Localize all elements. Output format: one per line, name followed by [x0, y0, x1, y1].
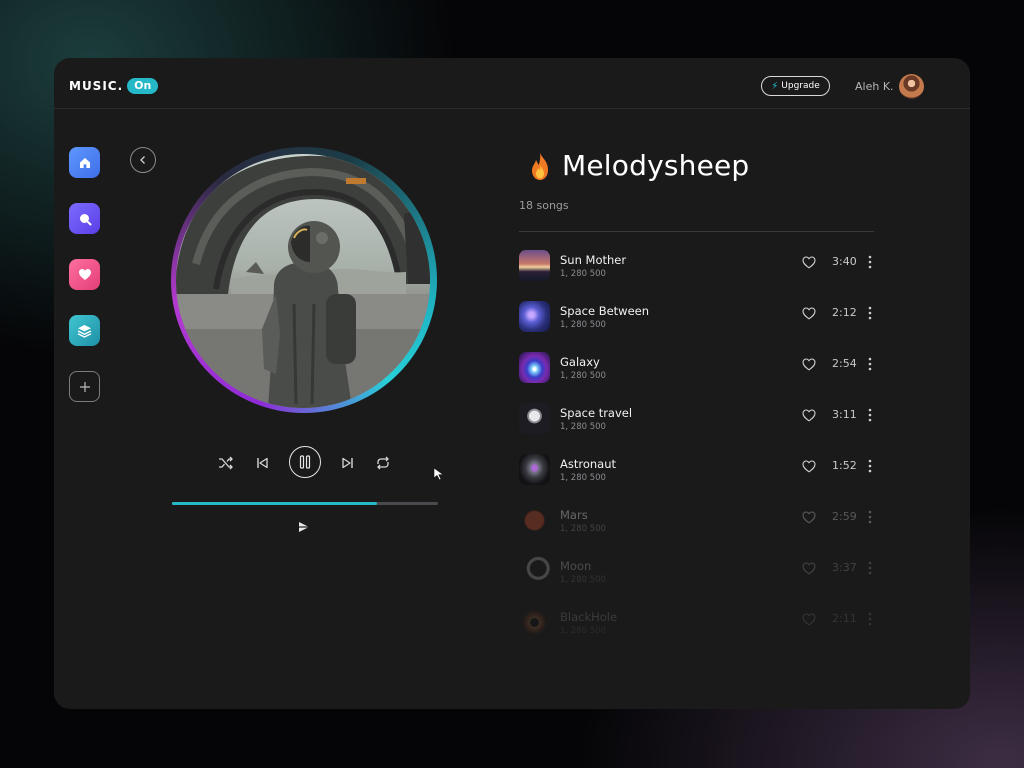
sidebar-item-home[interactable]	[69, 147, 100, 178]
song-count: 18 songs	[519, 199, 569, 212]
more-vertical-icon[interactable]	[866, 560, 874, 576]
repeat-button[interactable]	[374, 454, 392, 472]
list-item[interactable]: Space travel 1, 280 500 3:11	[519, 403, 879, 439]
back-button[interactable]	[130, 147, 156, 173]
playlist-title: Melodysheep	[562, 149, 750, 182]
song-plays: 1, 280 500	[560, 422, 606, 432]
album-cover	[176, 154, 430, 408]
more-vertical-icon[interactable]	[866, 509, 874, 525]
heart-icon[interactable]	[802, 409, 816, 422]
song-title: Astronaut	[560, 457, 617, 471]
app-window: MUSIC. On ⚡ Upgrade Aleh K. Melodysheep …	[54, 58, 970, 709]
song-title: Moon	[560, 559, 592, 573]
chevron-left-icon	[140, 156, 145, 164]
repeat-icon	[377, 456, 389, 470]
song-thumbnail	[519, 301, 550, 332]
song-plays: 1, 280 500	[560, 473, 606, 483]
song-plays: 1, 280 500	[560, 626, 606, 636]
fire-icon	[528, 152, 552, 182]
song-thumbnail	[519, 505, 550, 536]
song-thumbnail	[519, 352, 550, 383]
song-duration: 3:11	[832, 408, 857, 421]
song-thumbnail	[519, 454, 550, 485]
layers-icon	[77, 324, 92, 338]
song-thumbnail	[519, 403, 550, 434]
sidebar-item-library[interactable]	[69, 315, 100, 346]
list-item[interactable]: Galaxy 1, 280 500 2:54	[519, 352, 879, 388]
logo[interactable]: MUSIC. On	[69, 78, 159, 94]
song-thumbnail	[519, 607, 550, 638]
song-duration: 1:52	[832, 459, 857, 472]
astronaut-artwork	[176, 155, 430, 408]
pause-button[interactable]	[289, 446, 321, 478]
logo-text: MUSIC.	[69, 79, 124, 93]
cursor-icon	[432, 466, 446, 481]
list-item[interactable]: Sun Mother 1, 280 500 3:40	[519, 250, 879, 286]
heart-icon[interactable]	[802, 460, 816, 473]
sidebar-item-favorites[interactable]	[69, 259, 100, 290]
song-title: Space Between	[560, 304, 650, 318]
more-vertical-icon[interactable]	[866, 254, 874, 270]
song-title: Space travel	[560, 406, 633, 420]
song-duration: 2:11	[832, 612, 857, 625]
user-name[interactable]: Aleh K.	[855, 80, 894, 93]
list-item[interactable]: BlackHole 1, 280 500 2:11	[519, 607, 879, 643]
progress-bar[interactable]	[172, 502, 438, 505]
shuffle-icon	[219, 456, 233, 470]
heart-icon[interactable]	[802, 307, 816, 320]
divider	[519, 231, 874, 232]
song-title: BlackHole	[560, 610, 618, 624]
sidebar-item-add[interactable]	[69, 371, 100, 402]
song-thumbnail	[519, 250, 550, 281]
heart-icon[interactable]	[802, 358, 816, 371]
list-item[interactable]: Moon 1, 280 500 3:37	[519, 556, 879, 592]
more-vertical-icon[interactable]	[866, 458, 874, 474]
song-plays: 1, 280 500	[560, 320, 606, 330]
song-duration: 3:40	[832, 255, 857, 268]
top-bar: MUSIC. On ⚡ Upgrade Aleh K.	[54, 58, 970, 109]
heart-icon[interactable]	[802, 613, 816, 626]
upgrade-label: Upgrade	[781, 81, 820, 91]
skip-previous-icon	[257, 457, 268, 469]
home-icon	[79, 157, 90, 168]
song-plays: 1, 280 500	[560, 371, 606, 381]
previous-button[interactable]	[253, 454, 271, 472]
heart-icon[interactable]	[802, 562, 816, 575]
more-vertical-icon[interactable]	[866, 356, 874, 372]
song-duration: 2:12	[832, 306, 857, 319]
search-icon	[79, 213, 91, 225]
shuffle-button[interactable]	[217, 454, 235, 472]
song-duration: 2:54	[832, 357, 857, 370]
avatar[interactable]	[899, 74, 924, 99]
next-button[interactable]	[339, 454, 357, 472]
more-vertical-icon[interactable]	[866, 407, 874, 423]
song-title: Mars	[560, 508, 588, 522]
list-item[interactable]: Astronaut 1, 280 500 1:52	[519, 454, 879, 490]
song-title: Galaxy	[560, 355, 600, 369]
song-duration: 3:37	[832, 561, 857, 574]
logo-badge: On	[127, 78, 159, 94]
device-output-icon[interactable]	[297, 519, 311, 533]
heart-icon[interactable]	[802, 256, 816, 269]
more-vertical-icon[interactable]	[866, 305, 874, 321]
song-plays: 1, 280 500	[560, 575, 606, 585]
more-vertical-icon[interactable]	[866, 611, 874, 627]
plus-icon	[79, 381, 90, 392]
sidebar-item-search[interactable]	[69, 203, 100, 234]
song-plays: 1, 280 500	[560, 269, 606, 279]
progress-fill	[172, 502, 377, 505]
song-thumbnail	[519, 556, 550, 587]
list-item[interactable]: Space Between 1, 280 500 2:12	[519, 301, 879, 337]
song-plays: 1, 280 500	[560, 524, 606, 534]
upgrade-button[interactable]: ⚡ Upgrade	[761, 76, 830, 96]
heart-icon	[78, 269, 91, 280]
lightning-icon: ⚡	[771, 80, 779, 92]
pause-icon	[299, 455, 311, 469]
skip-next-icon	[342, 457, 353, 469]
song-title: Sun Mother	[560, 253, 627, 267]
heart-icon[interactable]	[802, 511, 816, 524]
song-duration: 2:59	[832, 510, 857, 523]
list-item[interactable]: Mars 1, 280 500 2:59	[519, 505, 879, 541]
